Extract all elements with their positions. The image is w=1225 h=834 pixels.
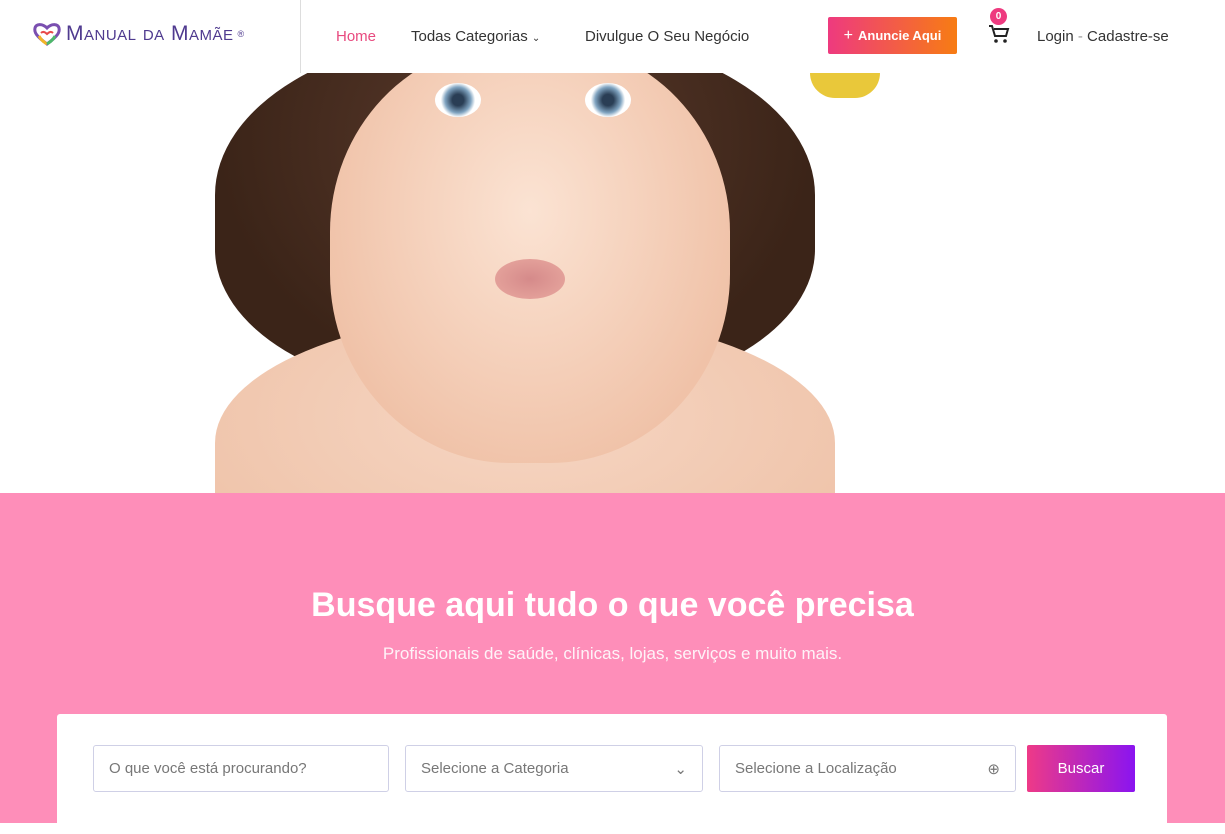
nav-home[interactable]: Home	[336, 28, 376, 45]
location-input[interactable]: Selecione a Localização ⊕	[719, 745, 1016, 792]
nav-divulgue[interactable]: Divulgue O Seu Negócio	[585, 28, 749, 45]
separator: -	[1077, 28, 1083, 45]
heart-logo-icon	[33, 23, 61, 46]
category-placeholder: Selecione a Categoria	[421, 760, 569, 777]
location-placeholder: Selecione a Localização	[735, 760, 897, 777]
eye-left	[435, 83, 481, 117]
hero-image	[0, 73, 1225, 493]
auth-links: Login - Cadastre-se	[1037, 28, 1169, 45]
login-link[interactable]: Login	[1037, 28, 1074, 45]
header-divider	[300, 0, 301, 73]
registered-mark: ®	[237, 29, 245, 39]
eye-right	[585, 83, 631, 117]
hero-title: Busque aqui tudo o que você precisa	[311, 586, 914, 624]
search-card: O que você está procurando? Selecione a …	[57, 714, 1167, 834]
search-placeholder: O que você está procurando?	[109, 760, 307, 777]
logo-text: Manual da Mamãe	[66, 22, 234, 45]
nav-todas-categorias[interactable]: Todas Categorias ⌄	[411, 28, 540, 45]
logo[interactable]: Manual da Mamãe ®	[32, 22, 244, 46]
cart-count-badge: 0	[990, 8, 1007, 25]
plus-icon: +	[843, 26, 854, 44]
chevron-down-icon: ⌄	[531, 33, 541, 44]
anuncie-aqui-button[interactable]: + Anuncie Aqui	[828, 17, 957, 54]
category-select[interactable]: Selecione a Categoria ⌄	[405, 745, 703, 792]
cart-icon[interactable]	[988, 24, 1010, 44]
header: Manual da Mamãe ® Home Todas Categorias …	[0, 0, 1225, 73]
toy-image	[810, 73, 880, 98]
baby-mouth	[495, 259, 565, 299]
cta-label: Anuncie Aqui	[858, 28, 942, 43]
nav-label: Todas Categorias	[411, 28, 528, 45]
search-section: Busque aqui tudo o que você precisa Prof…	[0, 493, 1225, 834]
register-link[interactable]: Cadastre-se	[1087, 28, 1169, 45]
hero-subtitle: Profissionais de saúde, clínicas, lojas,…	[382, 644, 843, 663]
search-input[interactable]: O que você está procurando?	[93, 745, 389, 792]
crosshair-icon[interactable]: ⊕	[987, 760, 1000, 778]
chevron-down-icon: ⌄	[674, 760, 687, 778]
buscar-button[interactable]: Buscar	[1027, 745, 1135, 792]
